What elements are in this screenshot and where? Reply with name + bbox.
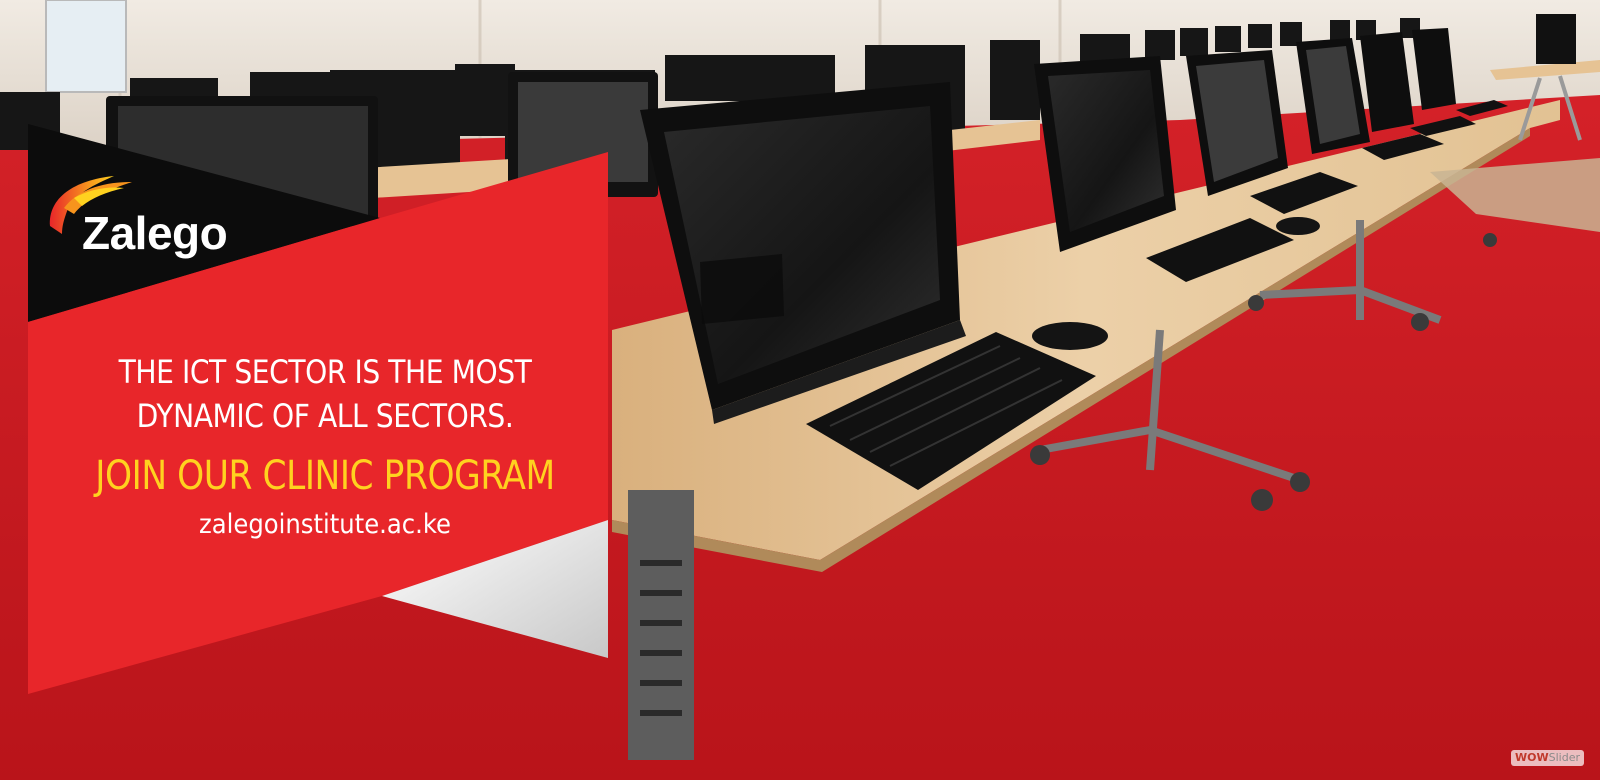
website-url-link[interactable]: zalegoinstitute.ac.ke [58,508,593,542]
cta-join-clinic-program[interactable]: JOIN OUR CLINIC PROGRAM [70,452,581,500]
wowslider-watermark-part1: WOW [1515,751,1549,764]
mouse-main [1032,322,1108,350]
headline-line-1: THE ICT SECTOR IS THE MOST [118,353,532,391]
headline-line-2: DYNAMIC OF ALL SECTORS. [136,397,514,435]
brand-logo-text[interactable]: Zalego [82,206,228,260]
window [45,0,127,93]
wowslider-watermark-part2: Slider [1548,751,1580,764]
wowslider-watermark[interactable]: WOWSlider [1511,750,1584,766]
banner-slider[interactable]: Zalego THE ICT SECTOR IS THE MOST DYNAMI… [0,0,1600,780]
